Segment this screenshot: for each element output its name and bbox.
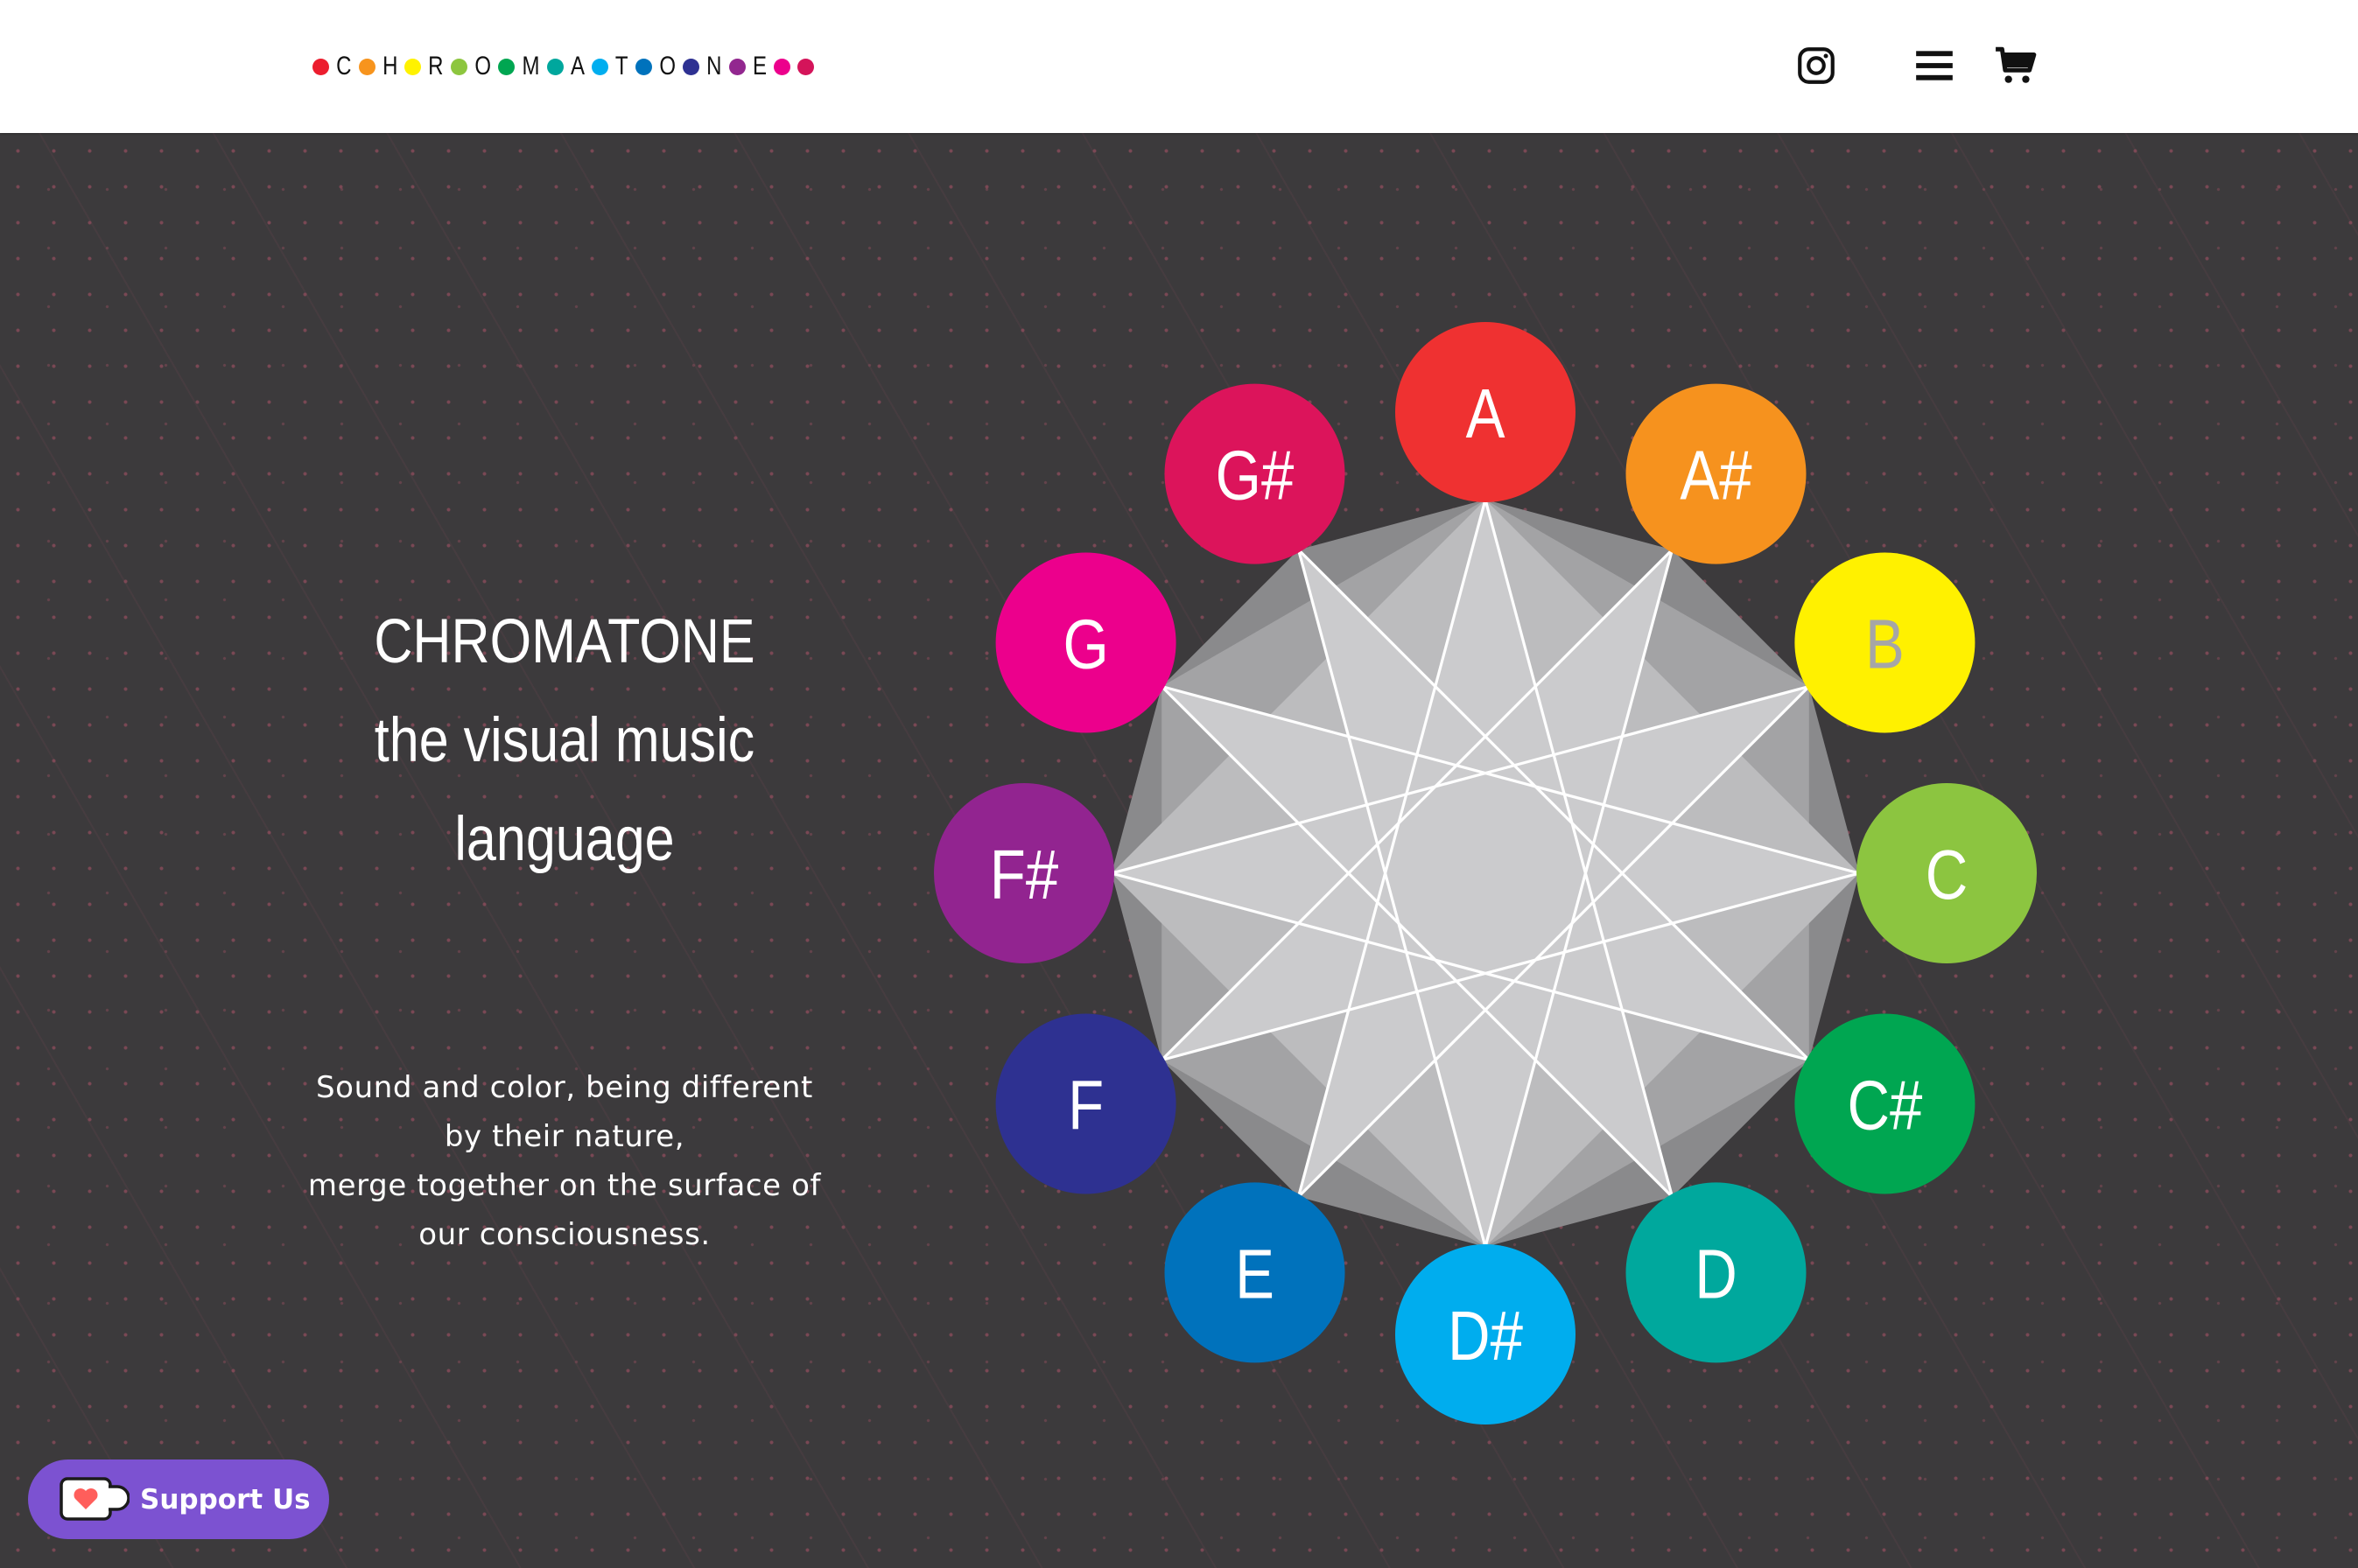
note-label: G#: [1216, 436, 1295, 514]
logo-letter: M: [522, 52, 540, 80]
kofi-cup-icon: [60, 1476, 130, 1521]
hero-title-line: the visual music: [374, 706, 755, 775]
hero-title-line: language: [454, 805, 675, 874]
note-g[interactable]: G: [995, 552, 1176, 733]
note-f-sharp[interactable]: F#: [934, 783, 1114, 963]
note-label: G: [1063, 605, 1108, 683]
logo-letter: T: [615, 52, 628, 80]
note-label: A: [1466, 374, 1505, 452]
note-f[interactable]: F: [995, 1013, 1176, 1194]
logo-dot: [312, 58, 329, 75]
hero-description-line: our consciousness.: [418, 1217, 711, 1252]
hero-description-line: merge together on the surface of: [307, 1168, 822, 1203]
logo-dot: [451, 58, 468, 75]
hero-title: CHROMATONE the visual music language: [339, 592, 790, 889]
logo-dot: [635, 58, 652, 75]
logo-dot: [498, 58, 516, 75]
logo-dot: [358, 58, 375, 75]
note-label: D: [1695, 1235, 1737, 1313]
note-label: F#: [990, 835, 1058, 914]
logo-dot: [404, 58, 422, 75]
menu-icon[interactable]: [1912, 44, 1956, 88]
cart-icon[interactable]: [1994, 44, 2038, 88]
logo-dot: [592, 58, 609, 75]
logo-dot: [683, 58, 700, 75]
wheel-star: [1112, 500, 1859, 1247]
note-c[interactable]: C: [1856, 783, 2037, 963]
logo-dot: [797, 58, 814, 75]
note-label: D#: [1448, 1296, 1523, 1375]
logo-letter: A: [571, 52, 586, 80]
logo-letter: N: [706, 52, 722, 80]
logo-letter: O: [659, 52, 676, 80]
note-label: A#: [1680, 436, 1751, 514]
logo-letter: E: [752, 52, 767, 80]
note-d-sharp[interactable]: D#: [1395, 1244, 1576, 1424]
note-a[interactable]: A: [1395, 322, 1576, 502]
support-us-button[interactable]: Support Us: [28, 1460, 329, 1539]
logo-letter: O: [474, 52, 492, 80]
logo-letter: R: [428, 52, 444, 80]
support-us-label: Support Us: [140, 1483, 311, 1516]
hero-description-line: Sound and color, being different: [316, 1070, 813, 1105]
chromatone-logo[interactable]: CHROMATONE: [309, 49, 818, 84]
hero-description-line: by their nature,: [444, 1119, 685, 1154]
note-e[interactable]: E: [1164, 1182, 1345, 1363]
note-label: C#: [1847, 1066, 1922, 1144]
site-header: CHROMATONE: [0, 0, 2358, 133]
logo-dot: [728, 58, 746, 75]
instagram-icon[interactable]: [1794, 44, 1838, 88]
hero-description: Sound and color, being different by thei…: [284, 1063, 845, 1259]
note-a-sharp[interactable]: A#: [1625, 383, 1807, 564]
hero-title-line: CHROMATONE: [374, 607, 755, 676]
chromatic-note-wheel: A A# B C C# D D# E F F# G G#: [934, 322, 2037, 1424]
note-label: F: [1068, 1066, 1104, 1144]
note-label: C: [1926, 835, 1969, 914]
note-d[interactable]: D: [1625, 1182, 1807, 1363]
logo-letter: H: [382, 52, 398, 80]
note-c-sharp[interactable]: C#: [1794, 1013, 1976, 1194]
note-b[interactable]: B: [1794, 552, 1976, 733]
logo-letter: C: [336, 52, 352, 80]
logo-dot: [773, 58, 790, 75]
note-label: B: [1865, 605, 1905, 683]
logo-dot: [547, 58, 565, 75]
note-label: E: [1235, 1235, 1274, 1313]
note-g-sharp[interactable]: G#: [1164, 383, 1345, 564]
